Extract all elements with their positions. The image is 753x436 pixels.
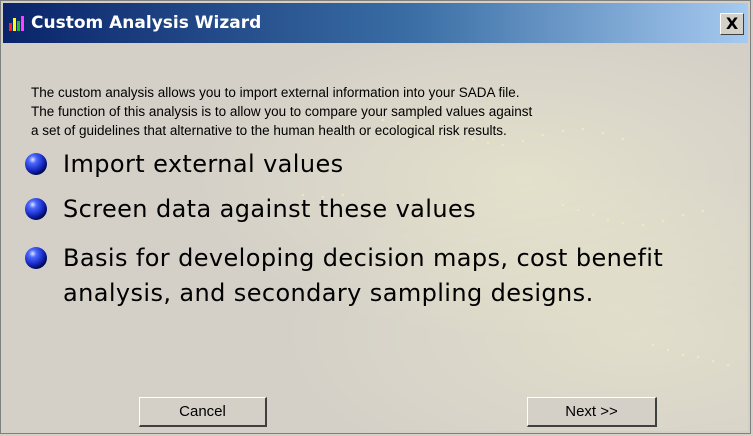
close-icon: X [725,14,739,33]
intro-line: The custom analysis allows you to import… [31,85,520,100]
bullet-item-import: Import external values [23,147,344,182]
next-button[interactable]: Next >> [527,397,657,427]
blue-sphere-bullet-icon [25,153,47,175]
bullet-label: Screen data against these values [63,195,477,223]
intro-text: The custom analysis allows you to import… [31,83,721,140]
bar-chart-icon [9,16,24,31]
bullet-item-basis: Basis for developing decision maps, cost… [23,241,743,311]
blue-sphere-bullet-icon [25,198,47,220]
close-button[interactable]: X [720,13,744,35]
window-title: Custom Analysis Wizard [31,13,262,33]
blue-sphere-bullet-icon [25,247,47,269]
bullet-item-screen: Screen data against these values [23,192,476,227]
cancel-button[interactable]: Cancel [139,397,267,427]
intro-line: a set of guidelines that alternative to … [31,123,507,138]
wizard-content: The custom analysis allows you to import… [3,45,748,431]
title-bar[interactable]: Custom Analysis Wizard X [3,3,748,43]
intro-line: The function of this analysis is to allo… [31,104,533,119]
bullet-label: Basis for developing decision maps, cost… [63,244,664,307]
bullet-label: Import external values [63,150,344,178]
custom-analysis-wizard-dialog: Custom Analysis Wizard X The custom anal… [0,0,751,434]
